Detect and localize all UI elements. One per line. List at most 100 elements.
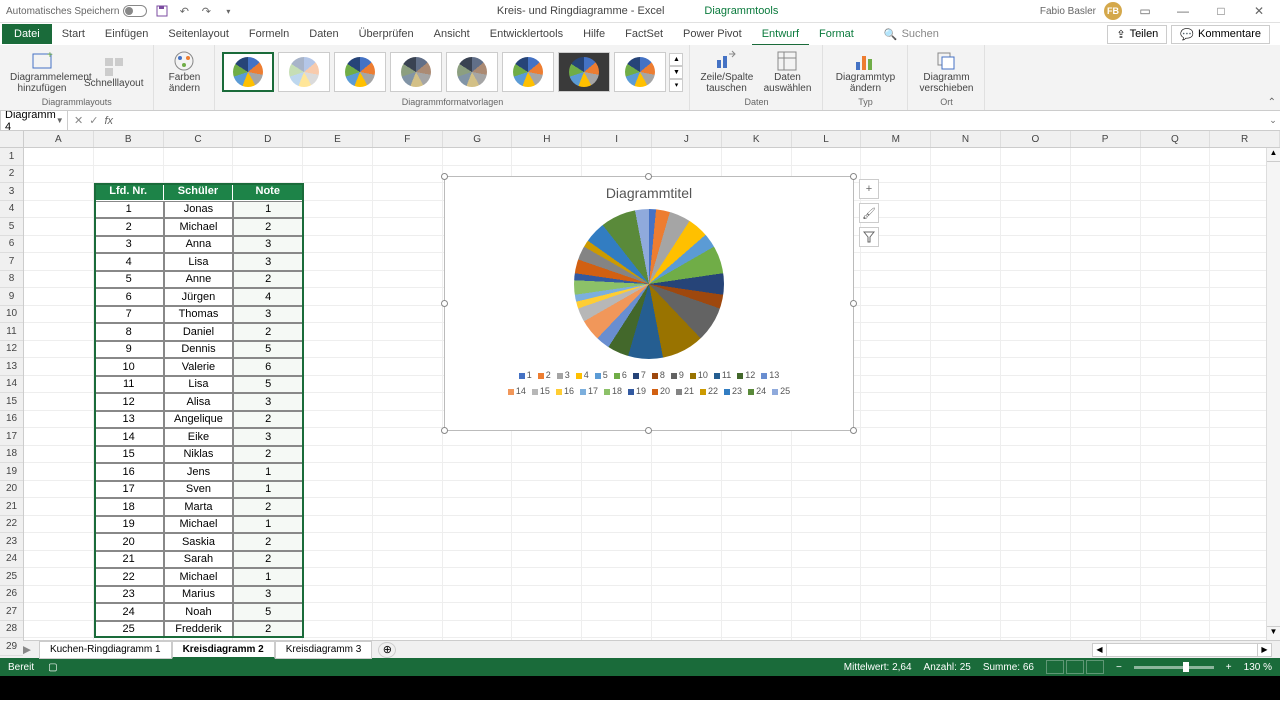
cell-E16[interactable] (303, 411, 373, 429)
cell-E13[interactable] (303, 358, 373, 376)
ribbon-display-icon[interactable]: ▭ (1130, 2, 1160, 20)
cell-D26[interactable]: 3 (233, 586, 303, 604)
switch-row-col-button[interactable]: Zeile/Spalte tauschen (696, 48, 756, 96)
cell-L19[interactable] (792, 463, 862, 481)
cell-A4[interactable] (24, 201, 94, 219)
cell-F5[interactable] (373, 218, 443, 236)
tab-entwicklertools[interactable]: Entwicklertools (480, 24, 573, 44)
cell-Q21[interactable] (1141, 498, 1211, 516)
select-data-button[interactable]: Daten auswählen (758, 48, 816, 96)
cell-Q5[interactable] (1141, 218, 1211, 236)
cell-O7[interactable] (1001, 253, 1071, 271)
cell-I23[interactable] (582, 533, 652, 551)
cell-C19[interactable]: Jens (164, 463, 234, 481)
zoom-in-icon[interactable]: + (1226, 662, 1232, 673)
row-header-24[interactable]: 24 (0, 551, 23, 569)
spreadsheet-grid[interactable]: 1234567891011121314151617181920212223242… (0, 131, 1280, 640)
cell-G26[interactable] (443, 586, 513, 604)
cell-B19[interactable]: 16 (94, 463, 164, 481)
cell-B14[interactable]: 11 (94, 376, 164, 394)
cell-M27[interactable] (861, 603, 931, 621)
row-header-7[interactable]: 7 (0, 253, 23, 271)
cell-M7[interactable] (861, 253, 931, 271)
cell-Q7[interactable] (1141, 253, 1211, 271)
col-header-I[interactable]: I (582, 131, 652, 147)
cell-P27[interactable] (1071, 603, 1141, 621)
cell-Q29[interactable] (1141, 638, 1211, 640)
cell-C11[interactable]: Daniel (164, 323, 234, 341)
tab-einfügen[interactable]: Einfügen (95, 24, 158, 44)
cell-P6[interactable] (1071, 236, 1141, 254)
cell-Q18[interactable] (1141, 446, 1211, 464)
cell-D2[interactable] (233, 166, 303, 184)
cell-B10[interactable]: 7 (94, 306, 164, 324)
fx-icon[interactable]: fx (104, 115, 113, 127)
cell-C4[interactable]: Jonas (164, 201, 234, 219)
cell-L1[interactable] (792, 148, 862, 166)
cell-D10[interactable]: 3 (233, 306, 303, 324)
cell-C20[interactable]: Sven (164, 481, 234, 499)
col-header-R[interactable]: R (1210, 131, 1280, 147)
cell-A16[interactable] (24, 411, 94, 429)
cell-O9[interactable] (1001, 288, 1071, 306)
tab-formeln[interactable]: Formeln (239, 24, 299, 44)
cell-D28[interactable]: 2 (233, 621, 303, 639)
add-chart-element-button[interactable]: + Diagrammelement hinzufügen (6, 48, 78, 96)
sheet-tab-2[interactable]: Kreisdiagramm 3 (275, 641, 373, 659)
cell-N7[interactable] (931, 253, 1001, 271)
cell-B21[interactable]: 18 (94, 498, 164, 516)
cell-A1[interactable] (24, 148, 94, 166)
resize-handle-nw[interactable] (441, 173, 448, 180)
cell-A23[interactable] (24, 533, 94, 551)
cell-B20[interactable]: 17 (94, 481, 164, 499)
resize-handle-ne[interactable] (850, 173, 857, 180)
cell-G18[interactable] (443, 446, 513, 464)
cell-K29[interactable] (722, 638, 792, 640)
zoom-out-icon[interactable]: − (1116, 662, 1122, 673)
cell-Q27[interactable] (1141, 603, 1211, 621)
cell-D14[interactable]: 5 (233, 376, 303, 394)
cell-H24[interactable] (512, 551, 582, 569)
chart-object[interactable]: Diagrammtitel 12345678910111213141516171… (444, 176, 854, 431)
cell-K23[interactable] (722, 533, 792, 551)
cell-L26[interactable] (792, 586, 862, 604)
cell-O2[interactable] (1001, 166, 1071, 184)
cell-D22[interactable]: 1 (233, 516, 303, 534)
row-header-22[interactable]: 22 (0, 516, 23, 534)
cell-H28[interactable] (512, 621, 582, 639)
cell-N5[interactable] (931, 218, 1001, 236)
cell-E7[interactable] (303, 253, 373, 271)
new-sheet-button[interactable]: ⊕ (378, 642, 396, 658)
cell-P28[interactable] (1071, 621, 1141, 639)
cell-J21[interactable] (652, 498, 722, 516)
col-header-Q[interactable]: Q (1141, 131, 1211, 147)
cell-E19[interactable] (303, 463, 373, 481)
cell-O5[interactable] (1001, 218, 1071, 236)
cell-G20[interactable] (443, 481, 513, 499)
cell-P25[interactable] (1071, 568, 1141, 586)
chart-style-6[interactable] (502, 52, 554, 92)
namebox-dropdown-icon[interactable]: ▼ (56, 116, 64, 125)
cell-O25[interactable] (1001, 568, 1071, 586)
cell-G27[interactable] (443, 603, 513, 621)
cell-F27[interactable] (373, 603, 443, 621)
cell-L25[interactable] (792, 568, 862, 586)
cell-M11[interactable] (861, 323, 931, 341)
cell-A7[interactable] (24, 253, 94, 271)
cell-N16[interactable] (931, 411, 1001, 429)
cell-B23[interactable]: 20 (94, 533, 164, 551)
cell-Q20[interactable] (1141, 481, 1211, 499)
cell-Q25[interactable] (1141, 568, 1211, 586)
cell-O27[interactable] (1001, 603, 1071, 621)
cell-B29[interactable] (94, 638, 164, 640)
cell-C15[interactable]: Alisa (164, 393, 234, 411)
row-header-14[interactable]: 14 (0, 376, 23, 394)
cell-P5[interactable] (1071, 218, 1141, 236)
col-header-F[interactable]: F (373, 131, 443, 147)
cell-J28[interactable] (652, 621, 722, 639)
cell-G24[interactable] (443, 551, 513, 569)
cell-M14[interactable] (861, 376, 931, 394)
cell-P19[interactable] (1071, 463, 1141, 481)
tab-power pivot[interactable]: Power Pivot (673, 24, 752, 44)
cell-O3[interactable] (1001, 183, 1071, 201)
